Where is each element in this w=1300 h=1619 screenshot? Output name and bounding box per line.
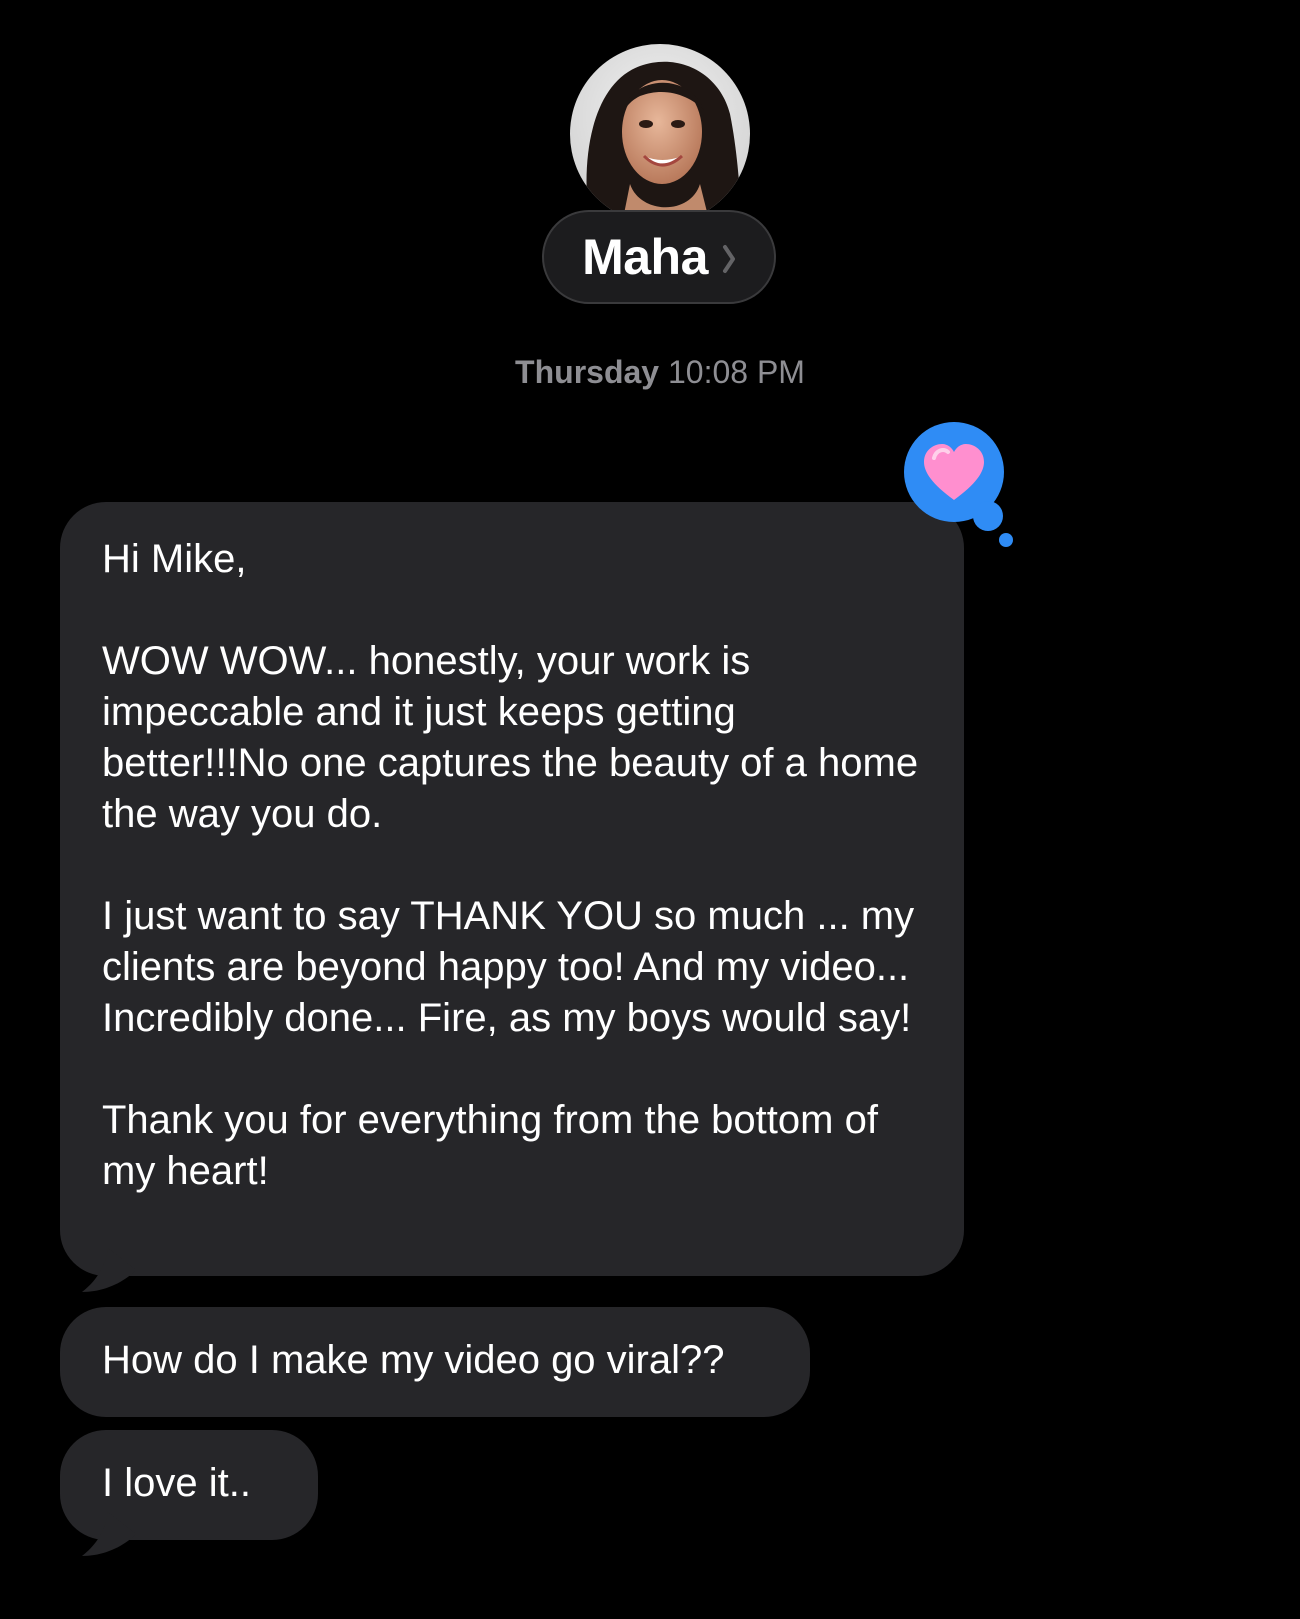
contact-name-button[interactable]: Maha <box>542 210 776 304</box>
contact-photo-icon <box>570 44 750 224</box>
message-bubble[interactable]: How do I make my video go viral?? <box>60 1307 810 1417</box>
contact-name: Maha <box>582 229 708 285</box>
message-bubble[interactable]: Hi Mike, WOW WOW... honestly, your work … <box>60 502 964 1276</box>
heart-reaction-icon[interactable] <box>902 420 1020 550</box>
bubble-tail <box>82 1512 136 1556</box>
timestamp-day: Thursday <box>515 354 660 390</box>
bubble-tail <box>82 1248 136 1292</box>
chevron-right-icon <box>722 245 735 273</box>
timestamp-time: 10:08 PM <box>667 354 805 390</box>
contact-avatar[interactable] <box>570 44 750 224</box>
thread-timestamp: Thursday 10:08 PM <box>0 354 1300 391</box>
